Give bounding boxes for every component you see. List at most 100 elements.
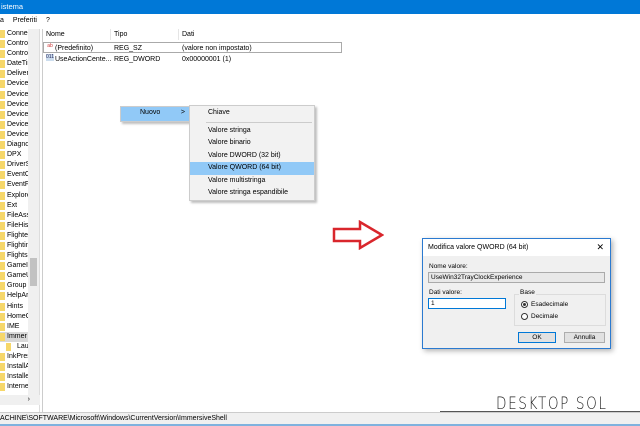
tree-item[interactable]: HomeG (0, 312, 28, 322)
folder-icon (0, 161, 5, 170)
value-name-label: Nome valore: (429, 263, 468, 270)
tree-item[interactable]: Interne (0, 382, 28, 392)
window-title: istema (1, 2, 24, 11)
value-name-field: UseWin32TrayClockExperience (428, 272, 605, 283)
tree-item[interactable]: EventC (0, 170, 28, 180)
folder-icon (0, 80, 5, 89)
folder-icon (0, 181, 5, 190)
tree-item[interactable]: Explore (0, 191, 28, 201)
tree-item[interactable]: FileAss (0, 211, 28, 221)
tree-item[interactable]: FileHist (0, 221, 28, 231)
tree-item[interactable]: Flightin (0, 241, 28, 251)
tree-item[interactable]: FlightsI (0, 251, 28, 261)
tree-item[interactable]: Contro (0, 39, 28, 49)
watermark: DESKTOP SOL (496, 394, 608, 414)
tree-item[interactable]: DeviceS (0, 120, 28, 130)
tree-item[interactable]: Device (0, 90, 28, 100)
arrow-right-icon (332, 220, 384, 250)
menu-file[interactable]: a (0, 17, 4, 24)
base-group (514, 294, 606, 326)
folder-icon (0, 141, 5, 150)
folder-icon (0, 100, 5, 109)
tree-item[interactable]: DPX (0, 150, 28, 160)
value-data: 0x00000001 (1) (182, 56, 232, 63)
tree-item[interactable]: DriverS (0, 160, 28, 170)
title-bar: istema (0, 0, 640, 14)
menu-item-expandable-string[interactable]: Valore stringa espandibile (190, 187, 314, 200)
tree-item[interactable]: DeviceF (0, 110, 28, 120)
tree-item[interactable]: Device (0, 79, 28, 89)
tree-item[interactable]: IME (0, 322, 28, 332)
tree-vertical-scrollbar[interactable] (28, 29, 39, 395)
tree-item[interactable]: Diagno (0, 140, 28, 150)
value-data-input[interactable]: 1 (428, 298, 506, 309)
context-menu: Nuovo > (120, 106, 190, 122)
value-name: UseActionCente... (55, 56, 112, 63)
tree-item[interactable]: Lau (0, 342, 28, 352)
tree-item-label: FileAss (7, 211, 28, 219)
tree-item[interactable]: Contro (0, 49, 28, 59)
tree-item[interactable]: Connec (0, 29, 28, 39)
tree-item[interactable]: InkPres (0, 352, 28, 362)
value-name: (Predefinito) (55, 45, 94, 52)
menu-item-label: Nuovo (140, 109, 161, 116)
tree-item[interactable]: GameU (0, 271, 28, 281)
folder-icon (0, 120, 5, 129)
tree-item[interactable]: DateTir (0, 59, 28, 69)
tree-item[interactable]: InstallA (0, 362, 28, 372)
folder-icon (0, 70, 5, 79)
folder-icon (0, 221, 5, 230)
tree-item[interactable]: Flighte (0, 231, 28, 241)
tree-item[interactable]: Devices (0, 130, 28, 140)
tree-item[interactable]: Delivery (0, 69, 28, 79)
menu-item-qword[interactable]: Valore QWORD (64 bit) (190, 162, 314, 175)
tree-item-label: GameU (7, 272, 28, 280)
folder-icon (0, 90, 5, 99)
tree-item-label: EventF (7, 181, 28, 189)
tree-horizontal-scrollbar[interactable]: › (0, 395, 40, 405)
tree-item-label: DeviceF (7, 110, 28, 118)
column-header-type[interactable]: Tipo (111, 29, 179, 40)
menu-item-chiave[interactable]: Chiave (190, 107, 314, 120)
tree-item[interactable]: Hints (0, 302, 28, 312)
menu-item-binary[interactable]: Valore binario (190, 137, 314, 150)
column-header-name[interactable]: Nome (43, 29, 111, 40)
tree-scroll-thumb[interactable] (30, 258, 37, 286)
folder-icon (0, 282, 5, 291)
ok-button[interactable]: OK (518, 332, 556, 343)
tree-item[interactable]: Group I (0, 281, 28, 291)
menu-help[interactable]: ? (46, 17, 50, 24)
tree-item[interactable]: Immer (0, 331, 28, 342)
menu-preferiti[interactable]: Preferiti (13, 17, 37, 24)
table-row[interactable]: ab (Predefinito) REG_SZ (valore non impo… (43, 42, 342, 53)
tree-item-label: InstallA (7, 363, 28, 371)
column-header-data[interactable]: Dati (179, 29, 640, 40)
menu-item-string[interactable]: Valore stringa (190, 125, 314, 138)
tree-item[interactable]: HelpAr (0, 291, 28, 301)
radio-hex[interactable] (521, 301, 528, 308)
folder-icon (0, 373, 5, 382)
value-type: REG_SZ (114, 45, 143, 52)
table-row[interactable]: 011 UseActionCente... REG_DWORD 0x000000… (43, 54, 343, 65)
tree-item-label: Lau (17, 342, 28, 350)
tree-item[interactable]: Ext (0, 201, 28, 211)
menu-item-multistring[interactable]: Valore multistringa (190, 175, 314, 188)
menu-item-dword[interactable]: Valore DWORD (32 bit) (190, 150, 314, 163)
cancel-button[interactable]: Annulla (564, 332, 605, 343)
folder-icon (0, 211, 5, 220)
tree-item-label: Ext (7, 201, 18, 209)
tree-item[interactable]: EventF (0, 180, 28, 190)
value-type: REG_DWORD (114, 56, 161, 63)
tree-item[interactable]: Device (0, 100, 28, 110)
tree-item-label: Device (7, 80, 28, 88)
tree-item[interactable]: GameIn (0, 261, 28, 271)
radio-hex-label[interactable]: Esadecimale (531, 301, 568, 308)
radio-dec[interactable] (521, 313, 528, 320)
menu-item-nuovo[interactable]: Nuovo > (121, 107, 189, 121)
tree-item-label: Immer (7, 332, 27, 340)
radio-dec-label[interactable]: Decimale (531, 313, 558, 320)
close-icon[interactable]: ✕ (596, 239, 604, 256)
menu-bar: a Preferiti ? (0, 14, 640, 28)
tree-item-label: Contro (7, 40, 28, 48)
tree-item[interactable]: Installe (0, 372, 28, 382)
